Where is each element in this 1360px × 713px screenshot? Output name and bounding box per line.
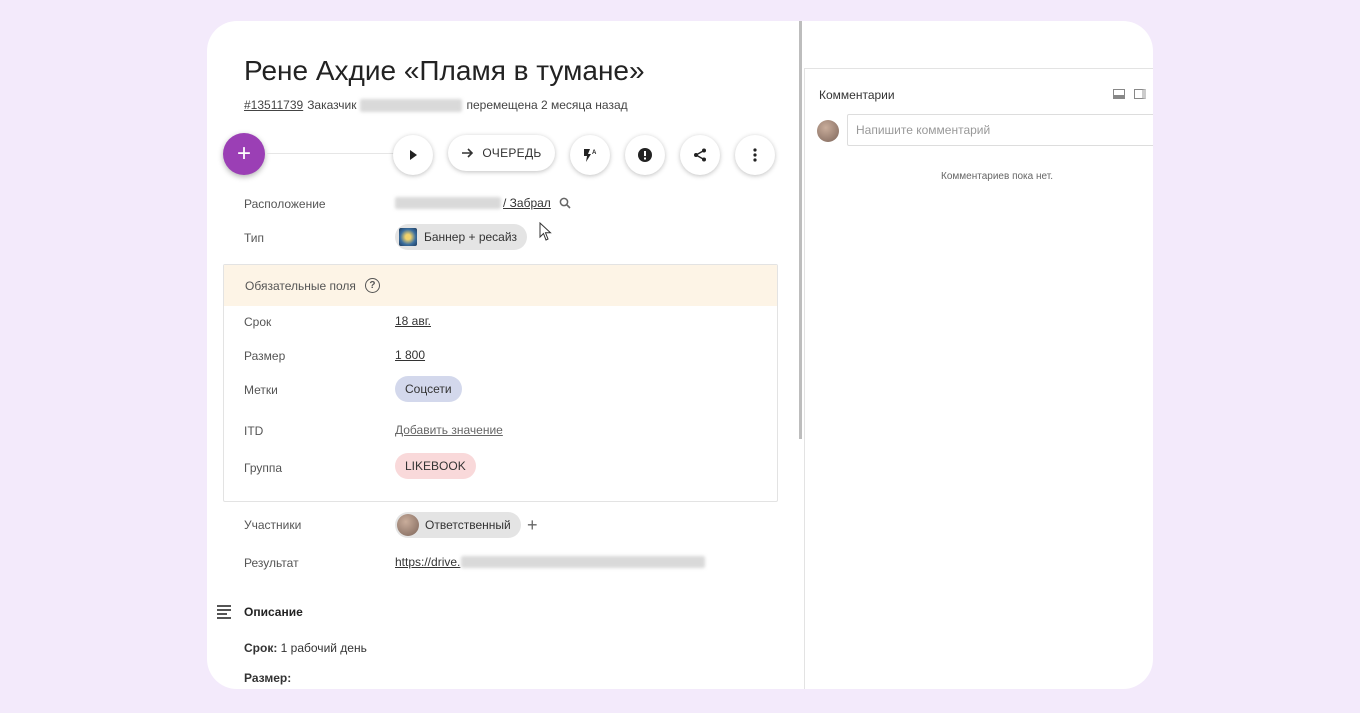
group-label: Группа	[244, 461, 283, 475]
result-link-text: https://drive.	[395, 555, 461, 569]
description-line-2-label: Размер:	[244, 671, 292, 685]
location-label: Расположение	[244, 197, 326, 211]
no-comments-text: Комментариев пока нет.	[941, 171, 1053, 182]
task-id-link[interactable]: #13511739	[244, 98, 303, 112]
group-chip[interactable]: LIKEBOOK	[395, 453, 476, 479]
avatar	[397, 514, 419, 536]
size-value[interactable]: 1 800	[395, 348, 425, 362]
task-subline: #13511739 Заказчик перемещена 2 месяца н…	[244, 98, 628, 112]
more-options-button[interactable]	[735, 135, 775, 175]
customer-name-redacted	[360, 98, 463, 112]
queue-button[interactable]: ОЧЕРЕДЬ	[448, 135, 555, 171]
play-button[interactable]	[393, 135, 433, 175]
required-fields-title: Обязательные поля	[245, 278, 356, 293]
tags-label: Метки	[244, 383, 278, 397]
queue-label: ОЧЕРЕДЬ	[482, 146, 542, 160]
result-link[interactable]: https://drive.	[395, 555, 706, 569]
flash-auto-icon: A	[584, 149, 597, 162]
banner-icon	[399, 228, 417, 246]
moved-text: перемещена 2 месяца назад	[466, 98, 628, 112]
comments-pane: Комментарии Комментариев пока нет.	[804, 68, 1153, 689]
location-link[interactable]: / Забрал	[503, 196, 551, 210]
type-label: Тип	[244, 231, 265, 245]
participants-label: Участники	[244, 518, 302, 532]
layout-side-icon[interactable]	[1134, 89, 1146, 99]
description-line-1-value: 1 рабочий день	[280, 641, 367, 655]
plus-icon: +	[527, 515, 538, 535]
share-icon	[694, 148, 706, 162]
description-title: Описание	[244, 605, 303, 619]
type-value: Баннер + ресайз	[424, 230, 518, 244]
mouse-cursor-icon	[539, 222, 552, 241]
size-label: Размер	[244, 349, 286, 363]
deadline-value[interactable]: 18 авг.	[395, 314, 431, 328]
play-icon	[410, 150, 417, 160]
result-label: Результат	[244, 556, 299, 570]
task-details-pane: Рене Ахдие «Пламя в тумане» #13511739 За…	[207, 21, 799, 689]
pane-scrollbar[interactable]	[799, 21, 802, 439]
location-value: / Забрал	[395, 196, 571, 210]
location-redacted	[395, 197, 501, 209]
arrow-right-icon	[462, 148, 474, 158]
more-vert-icon	[753, 148, 757, 162]
customer-label: Заказчик	[307, 98, 357, 112]
participant-chip[interactable]: Ответственный	[395, 512, 521, 538]
task-card: Рене Ахдие «Пламя в тумане» #13511739 За…	[207, 21, 1153, 689]
task-title: Рене Ахдие «Пламя в тумане»	[244, 55, 645, 86]
flash-auto-button[interactable]: A	[570, 135, 610, 175]
required-fields-box: Обязательные поля ?	[223, 264, 778, 502]
plus-icon: +	[236, 140, 251, 167]
participant-role: Ответственный	[425, 518, 511, 532]
tag-chip-social[interactable]: Соцсети	[395, 376, 462, 402]
comments-title: Комментарии	[819, 88, 895, 102]
itd-label: ITD	[244, 424, 264, 438]
add-participant-button[interactable]: +	[527, 515, 538, 536]
required-fields-header: Обязательные поля ?	[224, 265, 777, 306]
search-icon[interactable]	[559, 197, 571, 209]
type-chip[interactable]: Баннер + ресайз	[395, 224, 528, 250]
svg-text:A: A	[592, 150, 597, 156]
comment-input[interactable]	[847, 114, 1153, 146]
help-icon[interactable]: ?	[364, 278, 380, 293]
alert-button[interactable]	[625, 135, 665, 175]
layout-bottom-icon[interactable]	[1113, 89, 1125, 99]
description-icon	[217, 605, 231, 621]
toolbar-divider	[267, 153, 397, 154]
add-button[interactable]: +	[223, 133, 265, 175]
description-line-1-label: Срок:	[244, 641, 278, 655]
description-line-1: Срок: 1 рабочий день	[244, 641, 367, 655]
share-button[interactable]	[680, 135, 720, 175]
alert-icon	[638, 148, 652, 162]
comment-avatar	[817, 120, 839, 142]
itd-add-value-link[interactable]: Добавить значение	[395, 423, 503, 437]
result-link-redacted	[461, 556, 706, 568]
deadline-label: Срок	[244, 315, 272, 329]
